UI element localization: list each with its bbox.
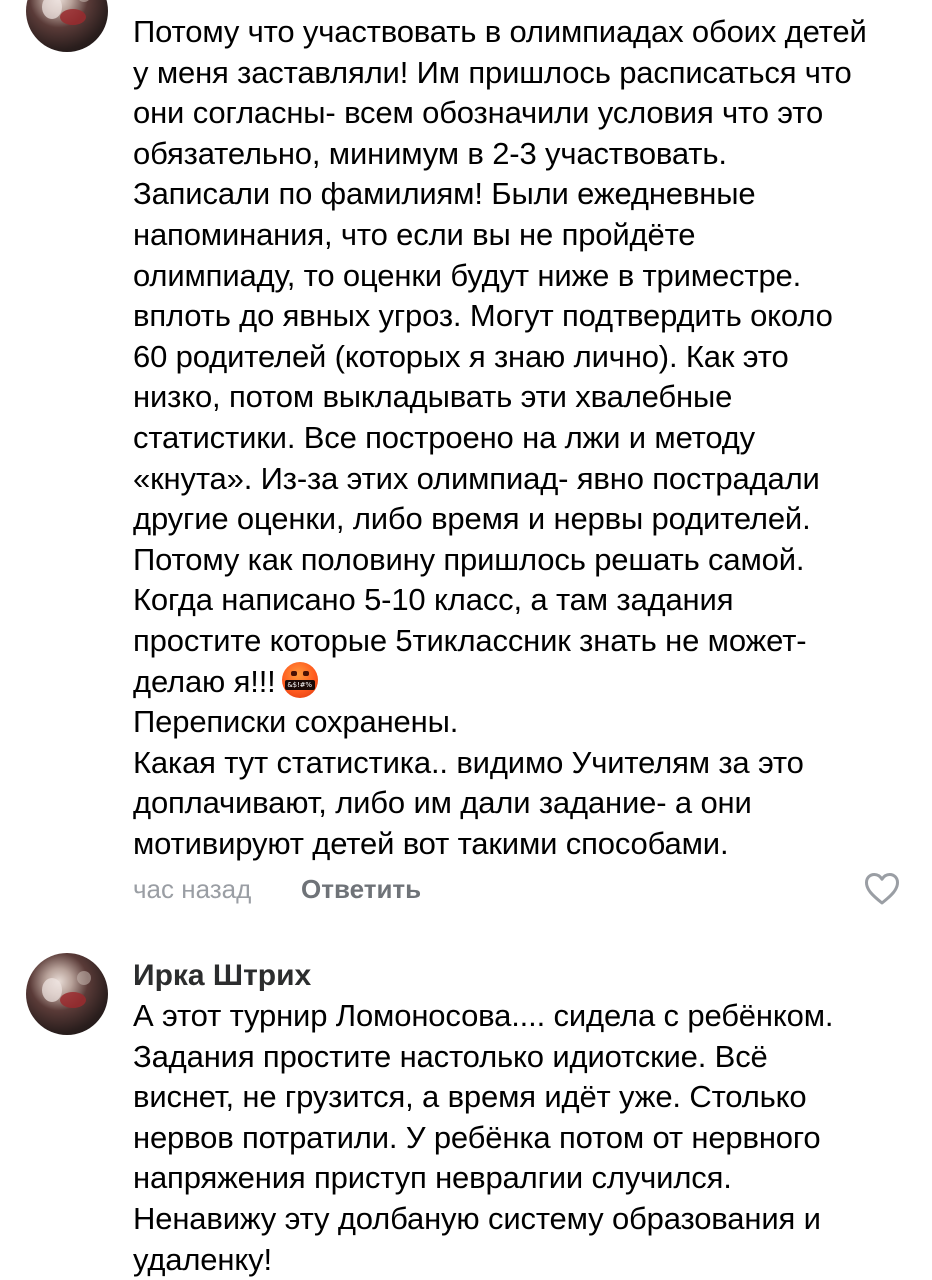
heart-outline-icon[interactable] <box>864 872 900 906</box>
comment-author-name[interactable]: Ирка Штрих <box>133 957 311 995</box>
comment-text-part: Потому что участвовать в олимпиадах обои… <box>133 14 867 699</box>
comment-text-part: Переписки сохранены. Какая тут статистик… <box>133 704 804 861</box>
reply-button[interactable]: Ответить <box>301 872 421 906</box>
commenter-avatar[interactable] <box>26 0 108 52</box>
face-with-symbols-on-mouth-icon: &$!#% <box>281 661 318 698</box>
emoji-symbols: &$!#% <box>284 679 315 690</box>
comment-body: А этот турнир Ломоносова.... сидела с ре… <box>133 998 834 1277</box>
comment-timestamp: час назад <box>133 874 252 904</box>
commenter-avatar[interactable] <box>26 953 108 1035</box>
comment-body: Потому что участвовать в олимпиадах обои… <box>133 12 913 864</box>
